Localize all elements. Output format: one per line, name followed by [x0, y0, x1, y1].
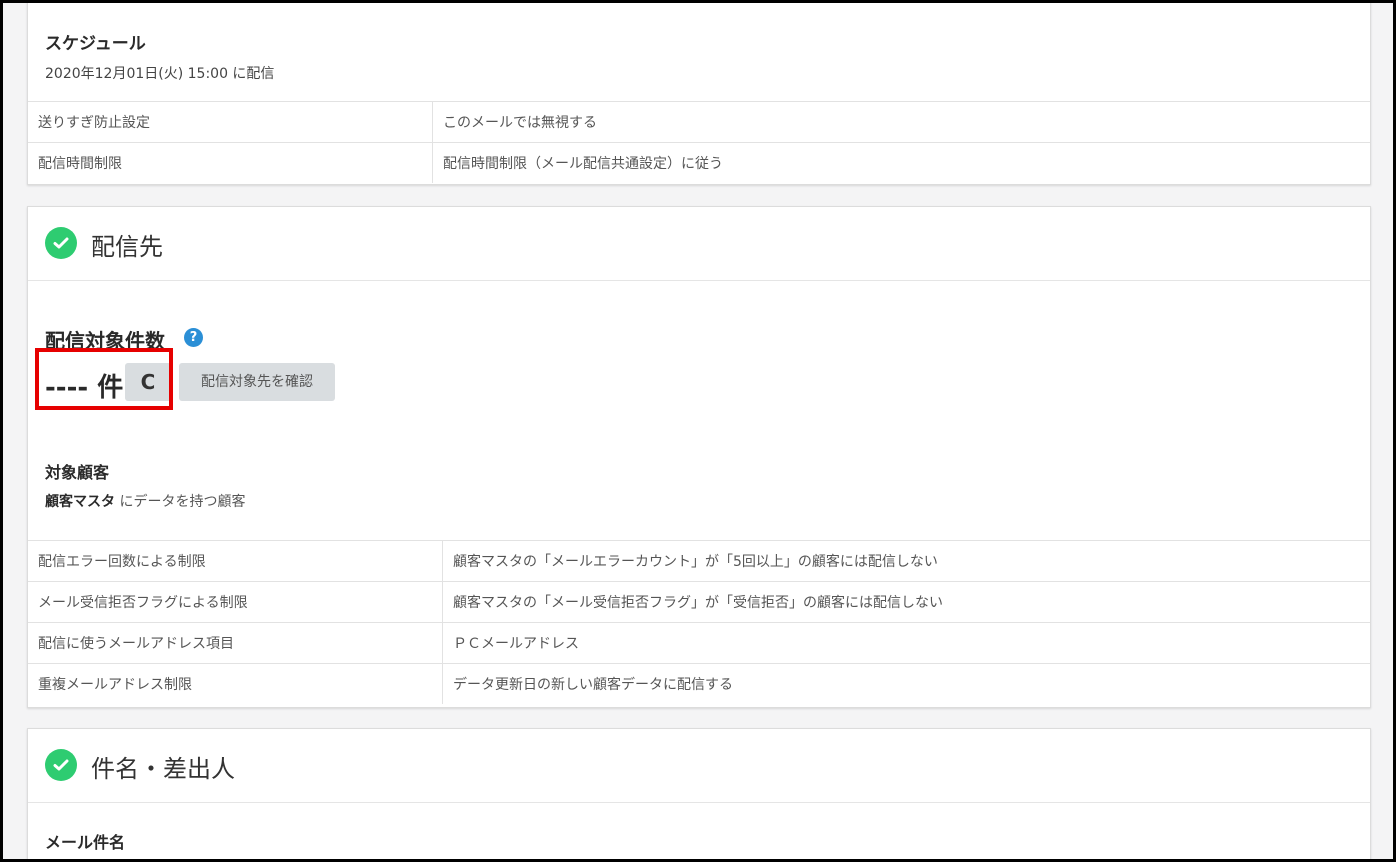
mail-subject-label: メール件名: [45, 833, 126, 852]
restriction-key: 配信エラー回数による制限: [28, 540, 443, 582]
target-customer-title: 対象顧客: [45, 463, 110, 482]
setting-key: 送りすぎ防止設定: [28, 101, 433, 143]
screen-frame: スケジュール 2020年12月01日(火) 15:00 に配信 送りすぎ防止設定…: [0, 0, 1396, 862]
subject-sender-card: 件名・差出人 メール件名: [27, 728, 1371, 859]
table-row: 配信時間制限 配信時間制限（メール配信共通設定）に従う: [28, 142, 1370, 183]
restriction-value: データ更新日の新しい顧客データに配信する: [442, 663, 1370, 704]
restriction-key: 配信に使うメールアドレス項目: [28, 622, 443, 664]
subject-title: 件名・差出人: [91, 755, 235, 783]
recipients-header: 配信先: [28, 207, 1370, 281]
table-row: 送りすぎ防止設定 このメールでは無視する: [28, 101, 1370, 143]
restriction-key: メール受信拒否フラグによる制限: [28, 581, 443, 623]
schedule-value: 2020年12月01日(火) 15:00 に配信: [45, 66, 275, 82]
help-icon[interactable]: ?: [184, 328, 203, 347]
recipient-restrictions-table: 配信エラー回数による制限 顧客マスタの「メールエラーカウント」が「5回以上」の顧…: [28, 540, 1370, 704]
check-circle-icon: [45, 227, 77, 259]
restriction-value: ＰＣメールアドレス: [442, 622, 1370, 664]
table-row: 重複メールアドレス制限 データ更新日の新しい顧客データに配信する: [28, 663, 1370, 704]
table-row: 配信エラー回数による制限 顧客マスタの「メールエラーカウント」が「5回以上」の顧…: [28, 540, 1370, 582]
table-row: 配信に使うメールアドレス項目 ＰＣメールアドレス: [28, 622, 1370, 664]
setting-value: このメールでは無視する: [432, 101, 1370, 143]
schedule-settings-table: 送りすぎ防止設定 このメールでは無視する 配信時間制限 配信時間制限（メール配信…: [28, 101, 1370, 183]
subject-header: 件名・差出人: [28, 729, 1370, 803]
recipients-card: 配信先 配信対象件数 ? ---- 件 C 配信対象先を確認 対象顧客 顧客マス…: [27, 206, 1371, 708]
schedule-card: スケジュール 2020年12月01日(火) 15:00 に配信 送りすぎ防止設定…: [27, 3, 1371, 185]
highlight-box: [35, 348, 173, 410]
table-row: メール受信拒否フラグによる制限 顧客マスタの「メール受信拒否フラグ」が「受信拒否…: [28, 581, 1370, 623]
setting-value: 配信時間制限（メール配信共通設定）に従う: [432, 142, 1370, 183]
customer-master-label: 顧客マスタ: [45, 494, 115, 510]
restriction-key: 重複メールアドレス制限: [28, 663, 443, 704]
confirm-targets-button[interactable]: 配信対象先を確認: [179, 363, 335, 401]
recipients-title: 配信先: [91, 233, 163, 261]
setting-key: 配信時間制限: [28, 142, 433, 183]
check-circle-icon: [45, 749, 77, 781]
restriction-value: 顧客マスタの「メール受信拒否フラグ」が「受信拒否」の顧客には配信しない: [442, 581, 1370, 623]
restriction-value: 顧客マスタの「メールエラーカウント」が「5回以上」の顧客には配信しない: [442, 540, 1370, 582]
schedule-title: スケジュール: [45, 34, 146, 54]
target-customer-description: 顧客マスタ にデータを持つ顧客: [45, 491, 245, 511]
target-customer-suffix: にデータを持つ顧客: [115, 494, 246, 510]
